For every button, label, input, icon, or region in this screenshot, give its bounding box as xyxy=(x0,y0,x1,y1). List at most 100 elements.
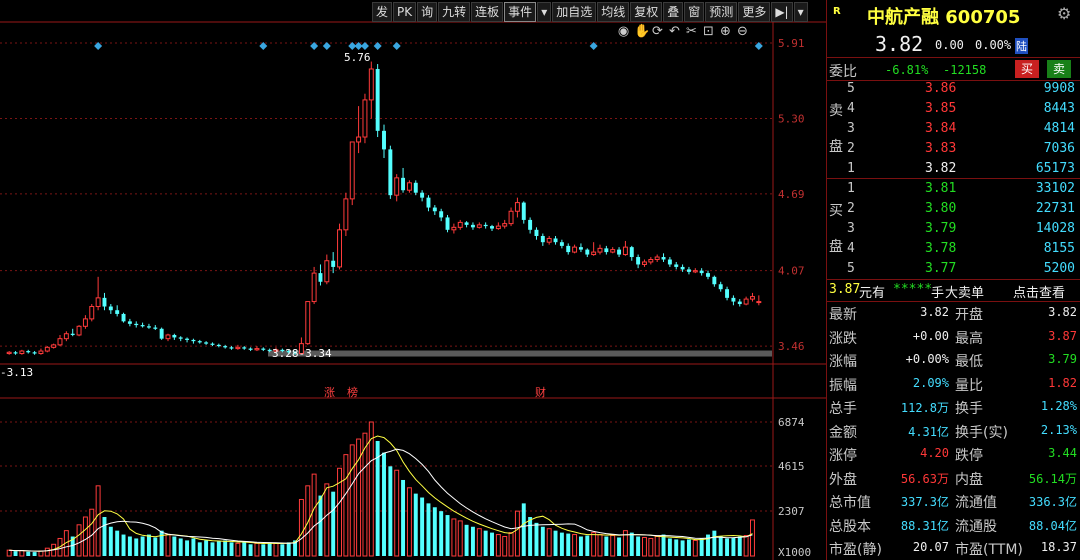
volume-bar-down xyxy=(280,544,285,556)
candle-body-down xyxy=(172,334,177,338)
candle-body-down xyxy=(197,341,202,343)
toolbar-item[interactable]: 发 xyxy=(372,2,393,22)
stat-label: 涨幅 xyxy=(829,354,857,370)
volume-bar-up xyxy=(44,547,50,557)
volume-bar-down xyxy=(331,491,336,556)
toolbar-item[interactable]: 均线 xyxy=(597,2,630,22)
lock-icon[interactable]: ⊡ xyxy=(702,24,715,40)
stat-row: 涨幅 +0.00% 最低 3.79 xyxy=(827,349,1080,371)
buy-button[interactable]: 买 xyxy=(1015,60,1039,78)
toolbar-item[interactable]: 事件 xyxy=(504,2,537,22)
book-price: 3.84 xyxy=(925,121,957,136)
volume-bar-down xyxy=(674,539,679,556)
candlestick-series xyxy=(6,61,762,355)
menu-dropdown-icon[interactable]: ▾ xyxy=(793,2,808,22)
candle-body-down xyxy=(699,270,704,274)
candle-body-up xyxy=(597,247,603,253)
toolbar-item[interactable]: 连板 xyxy=(471,2,504,22)
book-price: 3.80 xyxy=(925,201,957,216)
stat-label: 流通值 xyxy=(955,495,997,511)
high-price-annotation: 5.76 xyxy=(344,51,371,64)
candle-body-up xyxy=(457,221,463,228)
volume-unit: X1000 xyxy=(778,546,812,559)
zoom-out-icon[interactable]: ⊖ xyxy=(736,24,749,40)
volume-bar-down xyxy=(534,522,539,556)
volume-bar-down xyxy=(464,524,469,556)
ask-row[interactable]: 2 3.83 7036 xyxy=(827,140,1080,160)
candle-body-down xyxy=(674,264,679,267)
volume-bar-up xyxy=(502,536,508,557)
big-order-notice[interactable]: 3.87 元有 ***** 手 大卖单 点击查看 xyxy=(827,281,1080,301)
candle-body-down xyxy=(178,337,183,339)
toolbar-item[interactable]: 叠 xyxy=(663,2,684,22)
undo-icon[interactable]: ↶ xyxy=(668,24,681,40)
bid-row[interactable]: 3 3.79 14028 xyxy=(827,220,1080,240)
ask-row[interactable]: 1 3.82 65173 xyxy=(827,160,1080,180)
volume-bar-up xyxy=(82,516,88,557)
bid-row[interactable]: 4 3.78 8155 xyxy=(827,240,1080,260)
volume-bar-down xyxy=(197,542,202,556)
bid-row[interactable]: 5 3.77 5200 xyxy=(827,260,1080,280)
book-level: 2 xyxy=(847,141,855,156)
candle-body-down xyxy=(26,351,31,353)
event-zhang[interactable]: 涨 xyxy=(324,384,335,400)
gear-icon[interactable]: ⚙ xyxy=(1057,4,1071,23)
volume-ma-lines xyxy=(9,435,753,552)
toolbar-item[interactable]: 加自选 xyxy=(552,2,597,22)
volume-bar-down xyxy=(223,540,228,556)
notice-unit-b: 手 xyxy=(931,286,945,301)
toolbar-item[interactable]: 九转 xyxy=(438,2,471,22)
candle-body-down xyxy=(204,342,209,344)
candle-body-down xyxy=(439,211,444,218)
candle-body-up xyxy=(324,260,330,283)
chart-toolbar: 发 PK 询九转 连板 事件 ▾ 加自选 均线 复权叠窗预测 更多 ▶| ▾ xyxy=(372,2,809,22)
volume-bar-up xyxy=(89,508,95,557)
bid-row[interactable]: 1 3.81 33102 xyxy=(827,180,1080,200)
event-cai[interactable]: 财 xyxy=(535,384,546,400)
book-price: 3.86 xyxy=(925,81,957,96)
stat-label: 内盘 xyxy=(955,471,983,488)
toolbar-item[interactable]: 预测 xyxy=(705,2,738,22)
toolbar-item[interactable]: 窗 xyxy=(684,2,705,22)
candle-body-down xyxy=(559,242,564,246)
volume-bar-up xyxy=(476,528,482,557)
ask-row[interactable]: 4 3.85 8443 xyxy=(827,100,1080,120)
candle-body-down xyxy=(248,348,253,350)
refresh-icon[interactable]: ⟳ xyxy=(651,24,664,40)
toolbar-item[interactable]: ▾ xyxy=(537,2,552,22)
candle-body-down xyxy=(115,310,120,314)
toolbar-item[interactable]: PK xyxy=(393,2,417,22)
volume-bar-up xyxy=(76,524,82,557)
candle-body-down xyxy=(242,347,247,349)
kline-chart[interactable]: 5.91 5.30 4.69 4.07 3.46 6874 4615 2307 xyxy=(0,0,826,560)
book-volume: 7036 xyxy=(1043,141,1075,156)
candle-body-up xyxy=(254,348,260,351)
toolbar-item[interactable]: 复权 xyxy=(630,2,663,22)
notice-link[interactable]: 点击查看 xyxy=(1013,282,1065,301)
stat-row: 总手 112.8万 换手 1.28% xyxy=(827,396,1080,418)
play-end-icon[interactable]: ▶| xyxy=(771,2,793,22)
bid-row[interactable]: 2 3.80 22731 xyxy=(827,200,1080,220)
ask-row[interactable]: 5 3.86 9908 xyxy=(827,80,1080,100)
sell-button[interactable]: 卖 xyxy=(1047,60,1071,78)
stat-row: 最新 3.82 开盘 3.82 xyxy=(827,302,1080,324)
ask-row[interactable]: 3 3.84 4814 xyxy=(827,120,1080,140)
toolbar-item[interactable]: 更多 xyxy=(738,2,771,22)
zoom-in-icon[interactable]: ⊕ xyxy=(719,24,732,40)
stat-row: 涨跌 +0.00 最高 3.87 xyxy=(827,326,1080,348)
scissors-icon[interactable]: ✂ xyxy=(685,24,698,40)
event-bang[interactable]: 榜 xyxy=(347,384,358,400)
price-tick-label: 4.69 xyxy=(778,188,805,201)
eye-icon[interactable]: ◉ xyxy=(617,24,630,40)
toolbar-item[interactable]: 询 xyxy=(417,2,438,22)
candle-body-up xyxy=(356,136,362,143)
volume-bar-down xyxy=(528,517,533,556)
volume-bar-up xyxy=(648,537,654,557)
volume-bar-up xyxy=(254,542,260,557)
hand-icon[interactable]: ✋ xyxy=(634,24,650,40)
volume-bar-down xyxy=(204,540,209,556)
volume-bar-down xyxy=(420,497,425,556)
book-volume: 65173 xyxy=(1035,161,1075,176)
candle-body-down xyxy=(102,297,107,307)
volume-bar-down xyxy=(667,538,672,556)
